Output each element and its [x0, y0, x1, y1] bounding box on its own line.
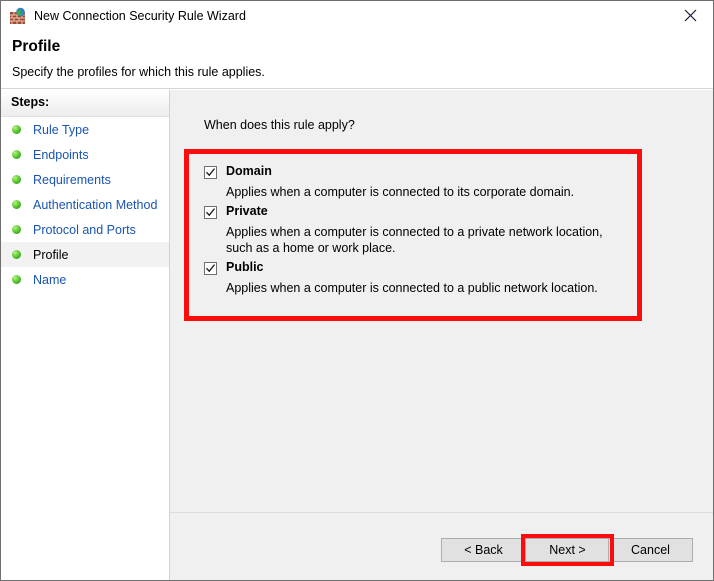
- back-button[interactable]: < Back: [441, 538, 526, 562]
- sidebar-step-name[interactable]: Name: [1, 267, 169, 292]
- profile-name-label: Domain: [226, 164, 272, 179]
- step-bullet-icon: [12, 250, 21, 259]
- profile-header-row: Public: [204, 260, 629, 278]
- sidebar-step-label: Endpoints: [33, 148, 89, 162]
- sidebar-step-endpoints[interactable]: Endpoints: [1, 142, 169, 167]
- next-button[interactable]: Next >: [525, 538, 610, 562]
- profile-item: Public Applies when a computer is connect…: [204, 260, 629, 296]
- profile-description: Applies when a computer is connected to …: [226, 184, 628, 200]
- step-bullet-icon: [12, 125, 21, 134]
- checkbox-private[interactable]: [204, 206, 217, 219]
- profile-item: Domain Applies when a computer is connect…: [204, 164, 629, 200]
- profile-description: Applies when a computer is connected to …: [226, 280, 628, 296]
- window-title: New Connection Security Rule Wizard: [34, 8, 246, 24]
- sidebar-step-authentication-method[interactable]: Authentication Method: [1, 192, 169, 217]
- sidebar-step-label: Requirements: [33, 173, 111, 187]
- steps-header: Steps:: [1, 90, 169, 117]
- steps-sidebar: Steps: Rule Type Endpoints Requirements Aut…: [1, 90, 170, 581]
- page-title: Profile: [12, 38, 60, 56]
- wizard-header: Profile Specify the profiles for which t…: [1, 31, 713, 89]
- rule-apply-question: When does this rule apply?: [204, 118, 355, 132]
- step-bullet-icon: [12, 275, 21, 284]
- sidebar-step-label: Rule Type: [33, 123, 89, 137]
- main-panel: When does this rule apply? Domain Applies…: [170, 90, 713, 581]
- checkbox-public[interactable]: [204, 262, 217, 275]
- cancel-button[interactable]: Cancel: [608, 538, 693, 562]
- profile-header-row: Private: [204, 204, 629, 222]
- step-bullet-icon: [12, 200, 21, 209]
- steps-heading: Steps:: [11, 95, 49, 109]
- sidebar-step-rule-type[interactable]: Rule Type: [1, 117, 169, 142]
- step-bullet-icon: [12, 150, 21, 159]
- title-bar: New Connection Security Rule Wizard: [1, 1, 713, 31]
- sidebar-step-label: Authentication Method: [33, 198, 157, 212]
- connection-security-rule-wizard-window: New Connection Security Rule Wizard Prof…: [0, 0, 714, 581]
- profile-item: Private Applies when a computer is connec…: [204, 204, 629, 256]
- sidebar-step-requirements[interactable]: Requirements: [1, 167, 169, 192]
- sidebar-step-label: Protocol and Ports: [33, 223, 136, 237]
- step-bullet-icon: [12, 175, 21, 184]
- firewall-globe-icon: [9, 7, 27, 25]
- profile-checkbox-list: Domain Applies when a computer is connect…: [204, 164, 629, 300]
- sidebar-step-label: Name: [33, 273, 66, 287]
- wizard-footer: < Back Next > Cancel: [170, 512, 713, 581]
- profile-name-label: Public: [226, 260, 264, 275]
- close-icon[interactable]: [667, 1, 713, 30]
- profile-description: Applies when a computer is connected to …: [226, 224, 628, 256]
- sidebar-step-label: Profile: [33, 248, 68, 262]
- steps-list: Rule Type Endpoints Requirements Authentica…: [1, 117, 169, 292]
- checkbox-domain[interactable]: [204, 166, 217, 179]
- profile-header-row: Domain: [204, 164, 629, 182]
- sidebar-step-profile[interactable]: Profile: [1, 242, 169, 267]
- sidebar-step-protocol-and-ports[interactable]: Protocol and Ports: [1, 217, 169, 242]
- profile-name-label: Private: [226, 204, 268, 219]
- page-subtitle: Specify the profiles for which this rule…: [12, 65, 265, 79]
- step-bullet-icon: [12, 225, 21, 234]
